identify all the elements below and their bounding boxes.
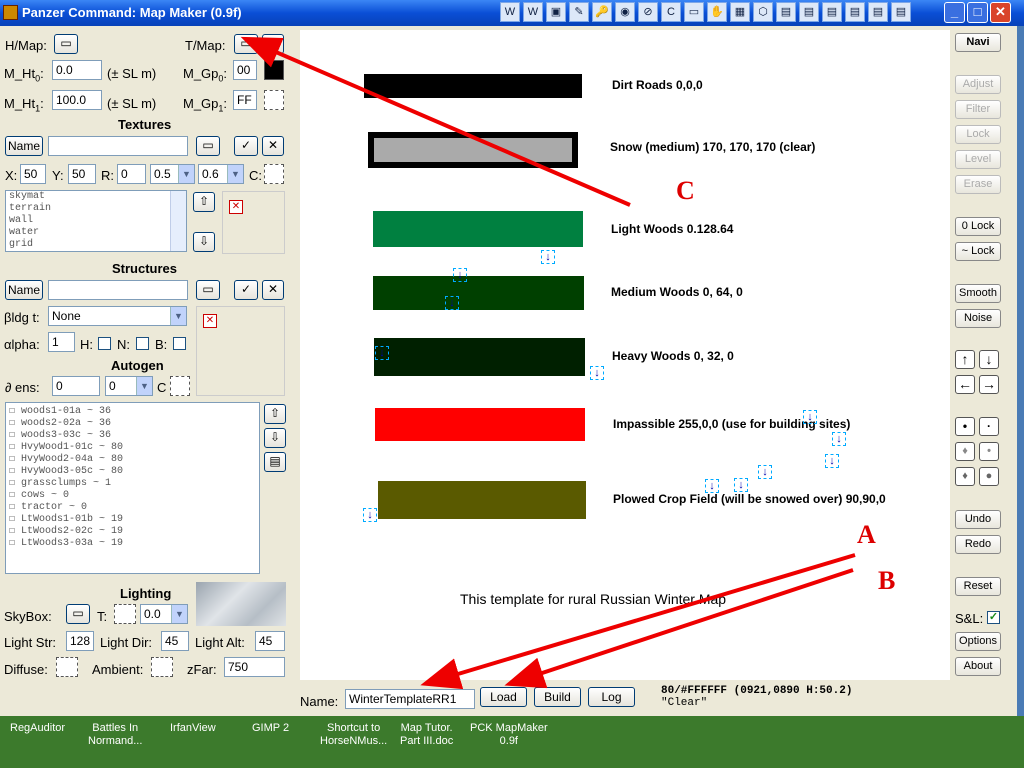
arrow-a [420, 553, 856, 690]
taskbar-item[interactable]: RegAuditor [10, 722, 65, 735]
annotation-b: B [878, 566, 896, 595]
taskbar-item[interactable]: Battles In Normand... [88, 722, 142, 748]
annotation-arrows [240, 36, 856, 690]
taskbar-item[interactable]: PCK MapMaker 0.9f [470, 722, 548, 748]
taskbar-item[interactable]: GIMP 2 [252, 722, 289, 735]
arrow-c [240, 36, 631, 207]
taskbar: RegAuditor Battles In Normand... IrfanView… [0, 716, 1024, 768]
taskbar-item[interactable]: Map Tutor. Part III.doc [400, 722, 453, 748]
annotation-a: A [857, 520, 876, 549]
annotation-c: C [676, 176, 695, 205]
taskbar-item[interactable]: Shortcut to HorseNMus... [320, 722, 387, 748]
arrow-b [504, 568, 854, 689]
taskbar-item[interactable]: IrfanView [170, 722, 216, 735]
